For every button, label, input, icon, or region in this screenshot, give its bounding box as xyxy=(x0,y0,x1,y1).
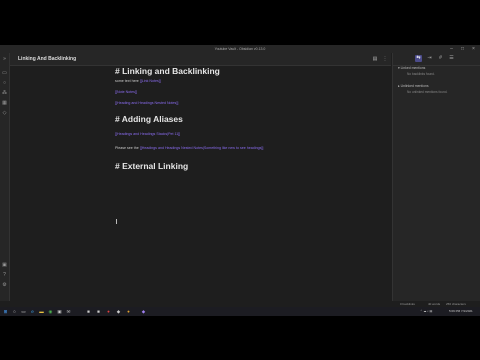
obsidian-window: Youtube Vault - Obsidian v0.13.0 – □ × »… xyxy=(0,45,480,316)
linked-mentions-header[interactable]: ▾ Linked mentions xyxy=(398,66,425,71)
text-cursor xyxy=(116,219,117,224)
app-icon[interactable]: ■ xyxy=(96,309,101,314)
text-line: [[Heading and Headings Nested Notes]] xyxy=(115,101,178,106)
store-icon[interactable]: ▣ xyxy=(57,309,62,314)
search-icon[interactable]: ○ xyxy=(2,81,7,86)
task-view-icon[interactable]: ▭ xyxy=(21,309,26,314)
tab-title[interactable]: Linking And Backlinking xyxy=(18,53,76,65)
text-line: [[Headings and Headings Stacks|Pet 11]] xyxy=(115,132,180,137)
app-icon[interactable]: ■ xyxy=(86,309,91,314)
close-icon[interactable]: × xyxy=(468,45,479,53)
app-icon[interactable]: ● xyxy=(126,309,131,314)
backlinks-icon[interactable]: ⇆ xyxy=(415,55,422,62)
maximize-icon[interactable]: □ xyxy=(457,45,468,53)
collapse-icon[interactable]: » xyxy=(2,57,7,62)
unlinked-mentions-header[interactable]: ▸ Unlinked mentions xyxy=(398,84,429,89)
plain-text: Please see the xyxy=(115,146,140,150)
window-title: Youtube Vault - Obsidian v0.13.0 xyxy=(214,47,266,51)
settings-icon[interactable]: ⚙ xyxy=(2,283,7,288)
unlinked-mentions-empty: No unlinked mentions found. xyxy=(407,90,448,94)
file-explorer-icon[interactable]: ▬ xyxy=(39,309,44,314)
internal-link[interactable]: [[Heading and Headings Nested Notes]] xyxy=(115,101,178,105)
text-line: some text here [[Link Notes]] xyxy=(115,79,161,84)
linked-mentions-empty: No backlinks found. xyxy=(407,72,435,76)
graph-icon[interactable]: ⁂ xyxy=(2,91,7,96)
mail-icon[interactable]: ✉ xyxy=(66,309,71,314)
app-icon[interactable]: ● xyxy=(106,309,111,314)
left-ribbon: » ▭ ○ ⁂ ▦ ◇ ▣ ? ⚙ xyxy=(0,53,10,316)
tag-icon[interactable]: ◇ xyxy=(2,111,7,116)
internal-link[interactable]: [[Link Notes]] xyxy=(140,79,161,83)
help-icon[interactable]: ? xyxy=(2,273,7,278)
plain-text: some text here xyxy=(115,79,140,83)
heading-linking: # Linking and Backlinking xyxy=(115,66,220,76)
title-bar: Youtube Vault - Obsidian v0.13.0 – □ × xyxy=(0,45,480,53)
calendar-icon[interactable]: ▦ xyxy=(2,101,7,106)
minimize-icon[interactable]: – xyxy=(446,45,457,53)
edge-icon[interactable]: e xyxy=(30,309,35,314)
sidebar-tabs: ⇆ ⇥ # ☰ xyxy=(393,53,480,66)
heading-aliases: # Adding Aliases xyxy=(115,114,183,124)
text-line: Please see the [[Headings and Headings N… xyxy=(115,146,263,151)
internal-link[interactable]: [[Headings and Headings Stacks|Pet 11]] xyxy=(115,132,180,136)
app-icon[interactable]: ◆ xyxy=(116,309,121,314)
chrome-icon[interactable]: ◉ xyxy=(48,309,53,314)
vault-icon[interactable]: ▣ xyxy=(2,263,7,268)
windows-start-icon[interactable]: ⊞ xyxy=(3,309,8,314)
text-line: [[Note Notes]] xyxy=(115,90,137,95)
windows-taskbar: ⊞ ○ ▭ e ▬ ◉ ▣ ✉ ■ ■ ● ◆ ● ◆ ⌃ ☁ ♪ ▤ 5:09… xyxy=(0,307,480,316)
outline-icon[interactable]: ☰ xyxy=(448,55,455,62)
right-sidebar: ⇆ ⇥ # ☰ ▾ Linked mentions No backlinks f… xyxy=(392,53,480,316)
editor-tab-header: Linking And Backlinking ▤ ⋮ xyxy=(10,53,391,66)
outgoing-links-icon[interactable]: ⇥ xyxy=(426,55,433,62)
file-explorer-icon[interactable]: ▭ xyxy=(2,71,7,76)
preview-icon[interactable]: ▤ xyxy=(372,56,378,62)
obsidian-icon[interactable]: ◆ xyxy=(141,309,146,314)
heading-external: # External Linking xyxy=(115,161,189,171)
search-icon[interactable]: ○ xyxy=(12,309,17,314)
tray-icons[interactable]: ⌃ ☁ ♪ ▤ xyxy=(420,307,432,316)
more-options-icon[interactable]: ⋮ xyxy=(382,56,388,62)
internal-link[interactable]: [[Note Notes]] xyxy=(115,90,137,94)
markdown-editor[interactable]: # Linking and Backlinking some text here… xyxy=(10,66,391,316)
internal-link[interactable]: [[Headings and Headings Nested Notes|Som… xyxy=(140,146,264,150)
clock[interactable]: 5:09 PM 7/1/2021 xyxy=(449,307,473,316)
tags-icon[interactable]: # xyxy=(437,55,444,62)
